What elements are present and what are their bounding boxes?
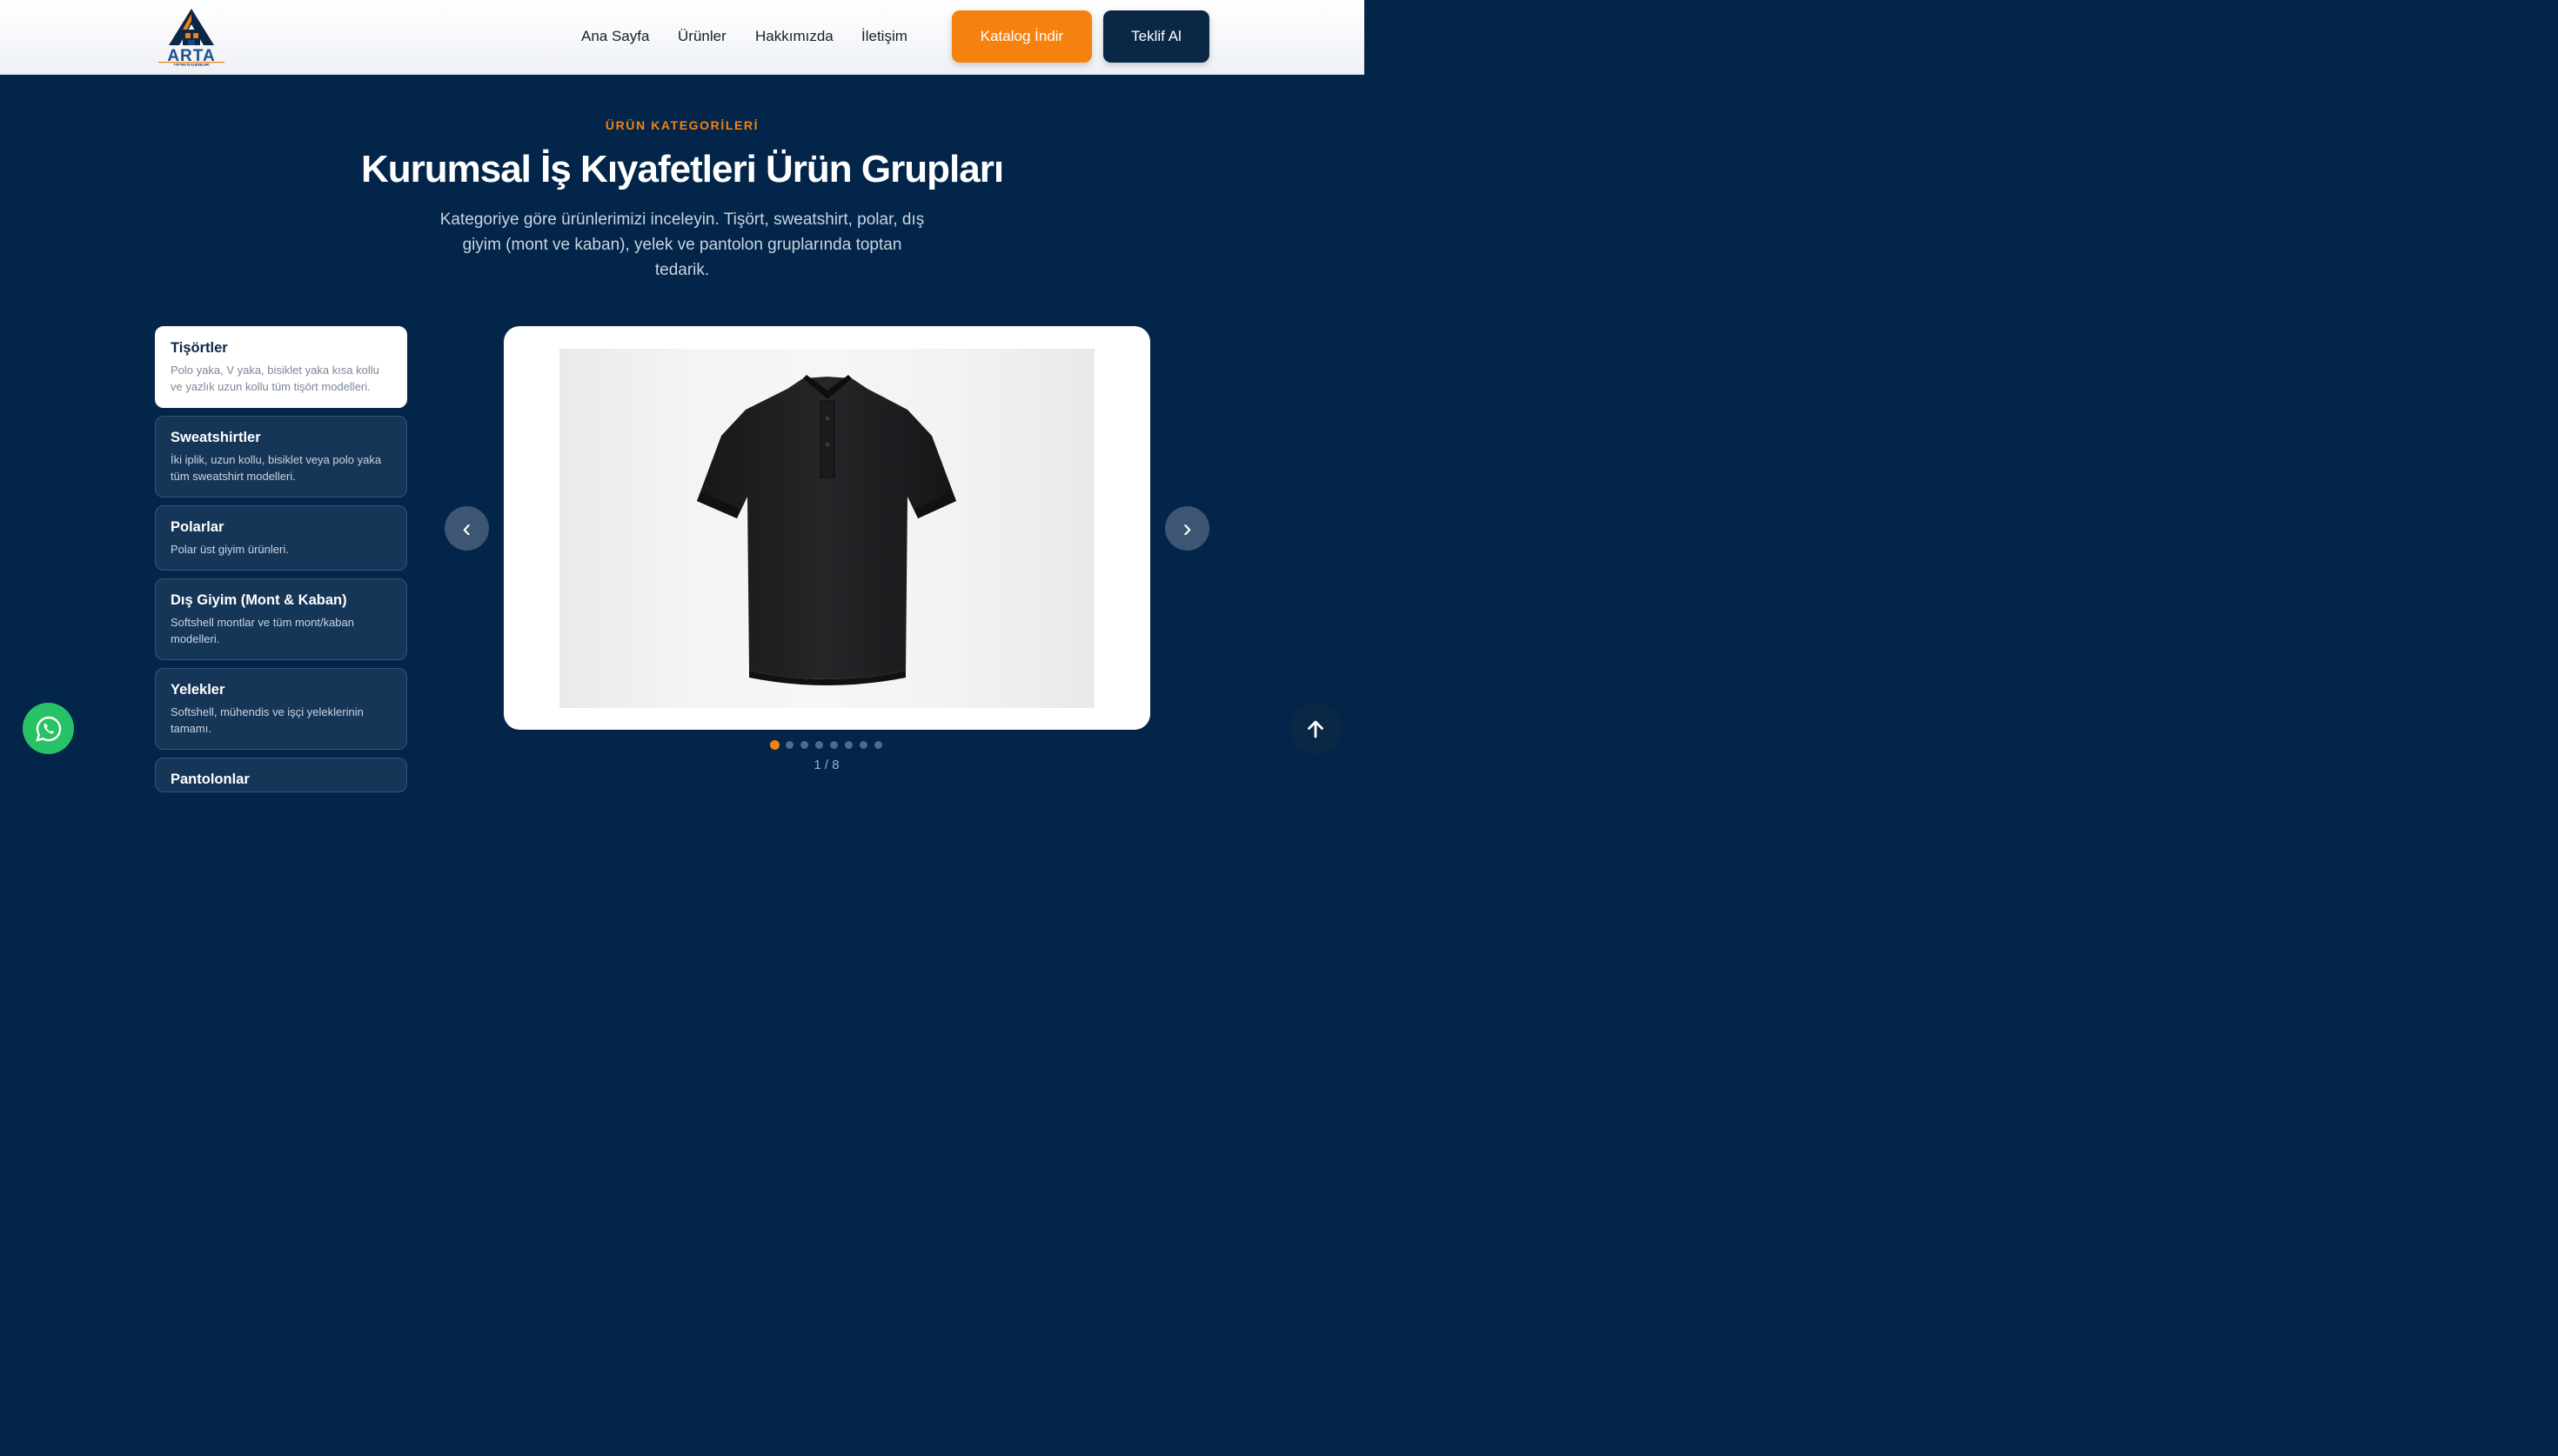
category-card-polarlar[interactable]: Polarlar Polar üst giyim ürünleri. — [155, 505, 407, 571]
category-name: Dış Giyim (Mont & Kaban) — [171, 592, 347, 608]
slider-dot-8[interactable] — [874, 741, 882, 749]
slider-dot-6[interactable] — [845, 741, 853, 749]
category-name: Polarlar — [171, 519, 224, 535]
slider-dot-2[interactable] — [786, 741, 794, 749]
slider-prev-button[interactable]: ‹ — [445, 506, 489, 551]
arrow-up-icon — [1308, 720, 1323, 738]
nav-contact[interactable]: İletişim — [861, 28, 907, 45]
category-card-tisortler[interactable]: Tişörtler Polo yaka, V yaka, bisiklet ya… — [155, 326, 407, 408]
slider-dot-3[interactable] — [800, 741, 808, 749]
logo-tagline: TOPTAN İŞ ELBİSELERİ — [174, 63, 210, 67]
section-title: Kurumsal İş Kıyafetleri Ürün Grupları — [360, 148, 1004, 190]
category-card-yelekler[interactable]: Yelekler Softshell, mühendis ve işçi yel… — [155, 668, 407, 750]
scroll-to-top-button[interactable] — [1289, 703, 1342, 755]
section-eyebrow: ÜRÜN KATEGORİLERİ — [605, 118, 760, 132]
whatsapp-button[interactable] — [23, 703, 74, 754]
whatsapp-icon — [35, 716, 61, 742]
category-card-dis-giyim[interactable]: Dış Giyim (Mont & Kaban) Softshell montl… — [155, 578, 407, 660]
category-description: Polo yaka, V yaka, bisiklet yaka kısa ko… — [171, 364, 379, 393]
category-card-sweatshirtler[interactable]: Sweatshirtler İki iplik, uzun kollu, bis… — [155, 416, 407, 498]
section-subtitle: Kategoriye göre ürünlerimizi inceleyin. … — [439, 210, 925, 279]
category-name: Tişörtler — [171, 340, 228, 356]
site-header: ARTA TOPTAN İŞ ELBİSELERİ Ana Sayfa Ürün… — [0, 0, 1364, 75]
polo-shirt-icon — [697, 375, 956, 685]
nav-home[interactable]: Ana Sayfa — [581, 28, 649, 45]
category-description: Polar üst giyim ürünleri. — [171, 543, 289, 556]
logo-icon: ARTA TOPTAN İŞ ELBİSELERİ — [158, 9, 224, 67]
catalog-download-button[interactable]: Katalog İndir — [952, 10, 1092, 63]
get-quote-button[interactable]: Teklif Al — [1103, 10, 1209, 63]
slider-dot-4[interactable] — [815, 741, 823, 749]
category-description: İki iplik, uzun kollu, bisiklet veya pol… — [171, 453, 382, 483]
slide-counter: 1 / 8 — [814, 758, 840, 772]
product-slide — [504, 326, 1150, 730]
category-name: Pantolonlar — [171, 771, 250, 787]
slider-dot-7[interactable] — [860, 741, 867, 749]
nav-about[interactable]: Hakkımızda — [755, 28, 834, 45]
category-name: Yelekler — [171, 682, 225, 698]
nav-products[interactable]: Ürünler — [678, 28, 727, 45]
slider-dot-1[interactable] — [770, 740, 780, 750]
arta-logo[interactable]: ARTA TOPTAN İŞ ELBİSELERİ — [157, 7, 226, 67]
slider-dot-5[interactable] — [830, 741, 838, 749]
slider-next-button[interactable]: › — [1165, 506, 1209, 551]
product-image — [559, 349, 1095, 708]
category-card-pantolonlar[interactable]: Pantolonlar — [155, 758, 407, 792]
category-description: Softshell, mühendis ve işçi yeleklerinin… — [171, 705, 364, 735]
category-name: Sweatshirtler — [171, 430, 261, 445]
category-description: Softshell montlar ve tüm mont/kaban mode… — [171, 616, 354, 645]
